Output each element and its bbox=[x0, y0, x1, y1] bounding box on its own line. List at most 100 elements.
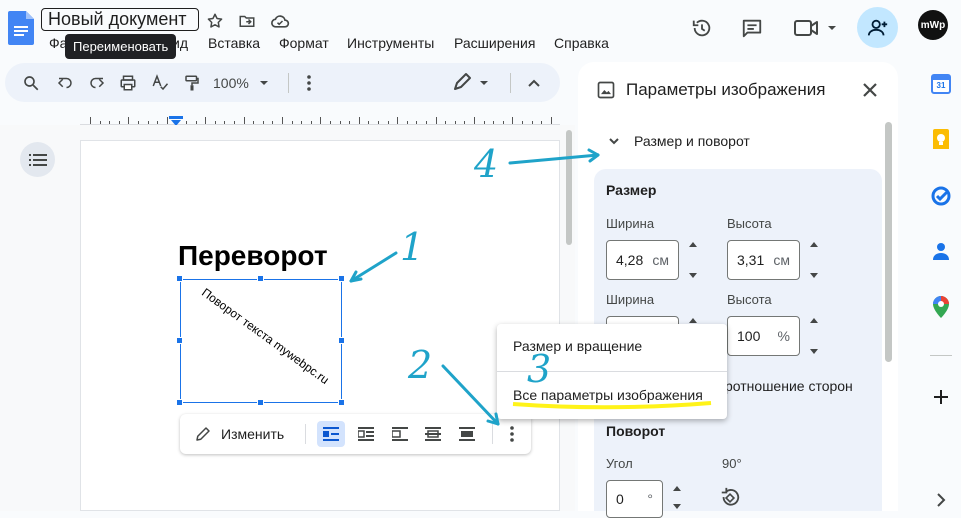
document-heading[interactable]: Переворот bbox=[178, 240, 328, 272]
resize-handle[interactable] bbox=[257, 275, 264, 282]
resize-handle[interactable] bbox=[338, 337, 345, 344]
lock-aspect-ratio-label[interactable]: ротношение сторон bbox=[725, 378, 853, 394]
resize-handle[interactable] bbox=[176, 275, 183, 282]
maps-icon[interactable] bbox=[930, 296, 952, 318]
doc-scrollbar-thumb[interactable] bbox=[566, 130, 572, 245]
resize-handle[interactable] bbox=[176, 337, 183, 344]
spellcheck-icon[interactable] bbox=[148, 72, 172, 94]
ruler-tick bbox=[445, 121, 447, 124]
more-options-icon[interactable] bbox=[297, 72, 321, 94]
ruler-tick bbox=[262, 121, 264, 124]
cloud-status-icon[interactable] bbox=[269, 11, 291, 31]
version-history-icon[interactable] bbox=[690, 16, 714, 40]
ruler-tick bbox=[512, 117, 514, 124]
expand-rail-icon[interactable] bbox=[930, 489, 952, 511]
height-unit: см bbox=[773, 252, 790, 268]
height-input[interactable]: 3,31 см bbox=[727, 240, 800, 280]
share-button[interactable] bbox=[857, 7, 898, 48]
rotation-heading: Поворот bbox=[606, 423, 666, 439]
keep-icon[interactable] bbox=[930, 129, 952, 151]
resize-handle[interactable] bbox=[176, 399, 183, 406]
chevron-down-icon bbox=[259, 81, 268, 85]
meet-button[interactable] bbox=[793, 16, 839, 40]
ruler-tick bbox=[416, 121, 418, 124]
wrap-text-button[interactable] bbox=[352, 421, 380, 447]
ruler-tick bbox=[214, 121, 216, 124]
print-icon[interactable] bbox=[116, 72, 140, 94]
ruler-tick bbox=[426, 121, 427, 124]
ruler-tick bbox=[330, 121, 331, 124]
ruler-tick bbox=[157, 121, 159, 124]
undo-icon[interactable] bbox=[53, 72, 77, 94]
side-apps-rail bbox=[920, 55, 961, 511]
menu-insert[interactable]: Вставка bbox=[208, 35, 260, 51]
search-menus-icon[interactable] bbox=[19, 72, 43, 94]
width-unit: см bbox=[652, 252, 669, 268]
wrap-inline-button[interactable] bbox=[317, 421, 345, 447]
ruler-tick bbox=[147, 121, 149, 124]
height-percent-input[interactable]: 100 % bbox=[727, 316, 800, 356]
outline-button[interactable] bbox=[20, 142, 55, 177]
height-value: 3,31 bbox=[737, 252, 765, 268]
document-title-input[interactable]: Новый документ bbox=[41, 8, 199, 31]
annotation-number-1: 1 bbox=[400, 225, 425, 269]
zoom-select[interactable]: 100% bbox=[213, 73, 277, 93]
toolbar-divider bbox=[288, 73, 289, 93]
rotated-image-text: Поворот текста mywebpc.ru bbox=[199, 285, 332, 387]
panel-scrollbar-thumb[interactable] bbox=[885, 122, 892, 362]
width-stepper[interactable] bbox=[686, 240, 700, 280]
menu-tools[interactable]: Инструменты bbox=[347, 35, 434, 51]
wrap-text-icon bbox=[358, 427, 374, 441]
tasks-icon[interactable] bbox=[930, 185, 952, 207]
in-front-text-button[interactable] bbox=[453, 421, 481, 447]
menu-help[interactable]: Справка bbox=[554, 35, 609, 51]
calendar-icon[interactable]: 31 bbox=[930, 73, 952, 95]
account-avatar[interactable]: mWp bbox=[918, 10, 948, 40]
move-folder-icon[interactable] bbox=[237, 11, 257, 31]
resize-handle[interactable] bbox=[338, 275, 345, 282]
resize-handle[interactable] bbox=[257, 399, 264, 406]
edit-image-button[interactable]: Изменить bbox=[194, 424, 284, 444]
behind-text-button[interactable] bbox=[419, 421, 447, 447]
contacts-icon[interactable] bbox=[930, 240, 952, 262]
close-panel-icon[interactable] bbox=[859, 79, 881, 101]
rotate-90-button[interactable] bbox=[718, 486, 742, 510]
section-size-rotation[interactable]: Размер и поворот bbox=[608, 133, 750, 149]
redo-icon[interactable] bbox=[85, 72, 109, 94]
docs-logo[interactable] bbox=[8, 11, 34, 45]
angle-stepper[interactable] bbox=[670, 484, 684, 511]
resize-handle[interactable] bbox=[338, 399, 345, 406]
paint-format-icon[interactable] bbox=[180, 72, 204, 94]
add-app-icon[interactable] bbox=[930, 386, 952, 408]
width-input[interactable]: 4,28 см bbox=[606, 240, 679, 280]
height-stepper[interactable] bbox=[807, 240, 821, 280]
image-more-options-icon[interactable] bbox=[500, 422, 524, 446]
editing-mode-button[interactable] bbox=[452, 72, 492, 94]
add-person-icon bbox=[867, 19, 887, 35]
break-text-button[interactable] bbox=[386, 421, 414, 447]
menu-extensions[interactable]: Расширения bbox=[454, 35, 535, 51]
wrap-inline-icon bbox=[323, 427, 339, 441]
collapse-toolbar-icon[interactable] bbox=[522, 72, 546, 94]
star-icon[interactable] bbox=[205, 11, 225, 31]
ruler-tick bbox=[522, 121, 523, 124]
ruler-tick bbox=[339, 121, 341, 124]
angle-input[interactable]: 0 ° bbox=[606, 480, 663, 518]
height-percent-value: 100 bbox=[737, 328, 761, 344]
indent-marker[interactable] bbox=[169, 113, 183, 126]
ruler-tick bbox=[378, 121, 379, 124]
height-percent-stepper[interactable] bbox=[807, 316, 821, 356]
annotation-number-2: 2 bbox=[408, 343, 433, 387]
ruler-tick bbox=[291, 121, 293, 124]
angle-label: Угол bbox=[606, 456, 633, 471]
horizontal-ruler[interactable] bbox=[80, 108, 560, 125]
menu-format[interactable]: Формат bbox=[279, 35, 329, 51]
annotation-number-3: 3 bbox=[527, 347, 552, 391]
ruler-tick bbox=[301, 121, 303, 124]
selected-image[interactable]: Поворот текста mywebpc.ru bbox=[180, 279, 342, 403]
comments-icon[interactable] bbox=[740, 16, 764, 40]
ruler-tick bbox=[282, 117, 283, 124]
ruler-tick bbox=[483, 121, 485, 124]
rotate-90-label: 90° bbox=[722, 456, 742, 471]
ruler-tick bbox=[109, 121, 111, 124]
